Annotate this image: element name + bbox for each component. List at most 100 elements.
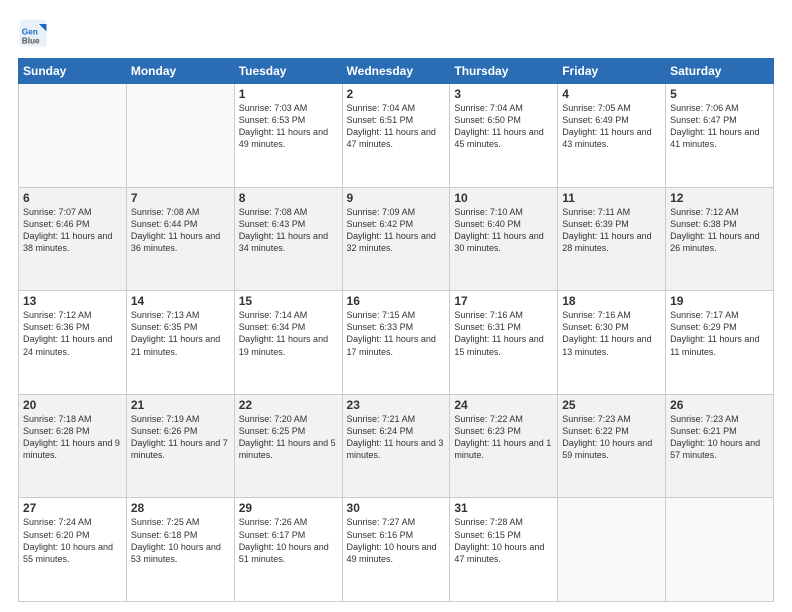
day-info: Sunrise: 7:27 AM Sunset: 6:16 PM Dayligh… [347, 516, 446, 565]
weekday-header-saturday: Saturday [666, 59, 774, 84]
day-number: 8 [239, 191, 338, 205]
calendar-row: 20Sunrise: 7:18 AM Sunset: 6:28 PM Dayli… [19, 394, 774, 498]
day-info: Sunrise: 7:12 AM Sunset: 6:36 PM Dayligh… [23, 309, 122, 358]
calendar-cell: 28Sunrise: 7:25 AM Sunset: 6:18 PM Dayli… [126, 498, 234, 602]
calendar-cell [126, 84, 234, 188]
weekday-header-tuesday: Tuesday [234, 59, 342, 84]
calendar-row: 13Sunrise: 7:12 AM Sunset: 6:36 PM Dayli… [19, 291, 774, 395]
calendar-row: 27Sunrise: 7:24 AM Sunset: 6:20 PM Dayli… [19, 498, 774, 602]
day-info: Sunrise: 7:05 AM Sunset: 6:49 PM Dayligh… [562, 102, 661, 151]
calendar-cell: 15Sunrise: 7:14 AM Sunset: 6:34 PM Dayli… [234, 291, 342, 395]
logo-icon: Gen Blue [18, 18, 48, 48]
day-number: 2 [347, 87, 446, 101]
day-info: Sunrise: 7:16 AM Sunset: 6:30 PM Dayligh… [562, 309, 661, 358]
calendar-cell: 5Sunrise: 7:06 AM Sunset: 6:47 PM Daylig… [666, 84, 774, 188]
day-number: 26 [670, 398, 769, 412]
calendar-cell: 27Sunrise: 7:24 AM Sunset: 6:20 PM Dayli… [19, 498, 127, 602]
calendar-row: 1Sunrise: 7:03 AM Sunset: 6:53 PM Daylig… [19, 84, 774, 188]
day-number: 7 [131, 191, 230, 205]
day-number: 19 [670, 294, 769, 308]
calendar-cell: 26Sunrise: 7:23 AM Sunset: 6:21 PM Dayli… [666, 394, 774, 498]
calendar-cell [558, 498, 666, 602]
calendar-cell: 7Sunrise: 7:08 AM Sunset: 6:44 PM Daylig… [126, 187, 234, 291]
day-number: 22 [239, 398, 338, 412]
day-info: Sunrise: 7:08 AM Sunset: 6:43 PM Dayligh… [239, 206, 338, 255]
day-info: Sunrise: 7:20 AM Sunset: 6:25 PM Dayligh… [239, 413, 338, 462]
day-info: Sunrise: 7:26 AM Sunset: 6:17 PM Dayligh… [239, 516, 338, 565]
calendar-cell: 2Sunrise: 7:04 AM Sunset: 6:51 PM Daylig… [342, 84, 450, 188]
svg-text:Blue: Blue [22, 37, 40, 46]
calendar-cell: 16Sunrise: 7:15 AM Sunset: 6:33 PM Dayli… [342, 291, 450, 395]
day-number: 28 [131, 501, 230, 515]
day-number: 12 [670, 191, 769, 205]
header: Gen Blue [18, 18, 774, 48]
calendar-cell: 17Sunrise: 7:16 AM Sunset: 6:31 PM Dayli… [450, 291, 558, 395]
calendar-cell: 20Sunrise: 7:18 AM Sunset: 6:28 PM Dayli… [19, 394, 127, 498]
day-number: 30 [347, 501, 446, 515]
calendar-cell: 3Sunrise: 7:04 AM Sunset: 6:50 PM Daylig… [450, 84, 558, 188]
day-info: Sunrise: 7:04 AM Sunset: 6:51 PM Dayligh… [347, 102, 446, 151]
day-number: 27 [23, 501, 122, 515]
day-number: 16 [347, 294, 446, 308]
day-info: Sunrise: 7:04 AM Sunset: 6:50 PM Dayligh… [454, 102, 553, 151]
day-info: Sunrise: 7:14 AM Sunset: 6:34 PM Dayligh… [239, 309, 338, 358]
day-info: Sunrise: 7:17 AM Sunset: 6:29 PM Dayligh… [670, 309, 769, 358]
day-info: Sunrise: 7:10 AM Sunset: 6:40 PM Dayligh… [454, 206, 553, 255]
day-number: 25 [562, 398, 661, 412]
day-number: 1 [239, 87, 338, 101]
day-number: 4 [562, 87, 661, 101]
day-info: Sunrise: 7:23 AM Sunset: 6:22 PM Dayligh… [562, 413, 661, 462]
calendar-cell: 8Sunrise: 7:08 AM Sunset: 6:43 PM Daylig… [234, 187, 342, 291]
weekday-header-wednesday: Wednesday [342, 59, 450, 84]
day-number: 24 [454, 398, 553, 412]
day-info: Sunrise: 7:12 AM Sunset: 6:38 PM Dayligh… [670, 206, 769, 255]
day-number: 6 [23, 191, 122, 205]
weekday-header-thursday: Thursday [450, 59, 558, 84]
logo: Gen Blue [18, 18, 52, 48]
calendar-cell [666, 498, 774, 602]
day-info: Sunrise: 7:07 AM Sunset: 6:46 PM Dayligh… [23, 206, 122, 255]
calendar-table: SundayMondayTuesdayWednesdayThursdayFrid… [18, 58, 774, 602]
calendar-cell: 14Sunrise: 7:13 AM Sunset: 6:35 PM Dayli… [126, 291, 234, 395]
day-number: 3 [454, 87, 553, 101]
weekday-header-friday: Friday [558, 59, 666, 84]
day-info: Sunrise: 7:24 AM Sunset: 6:20 PM Dayligh… [23, 516, 122, 565]
day-info: Sunrise: 7:22 AM Sunset: 6:23 PM Dayligh… [454, 413, 553, 462]
calendar-cell: 9Sunrise: 7:09 AM Sunset: 6:42 PM Daylig… [342, 187, 450, 291]
weekday-header-monday: Monday [126, 59, 234, 84]
calendar-cell: 29Sunrise: 7:26 AM Sunset: 6:17 PM Dayli… [234, 498, 342, 602]
day-number: 31 [454, 501, 553, 515]
day-number: 5 [670, 87, 769, 101]
calendar-cell: 23Sunrise: 7:21 AM Sunset: 6:24 PM Dayli… [342, 394, 450, 498]
calendar-cell: 10Sunrise: 7:10 AM Sunset: 6:40 PM Dayli… [450, 187, 558, 291]
day-number: 9 [347, 191, 446, 205]
calendar-cell: 22Sunrise: 7:20 AM Sunset: 6:25 PM Dayli… [234, 394, 342, 498]
day-number: 17 [454, 294, 553, 308]
calendar-row: 6Sunrise: 7:07 AM Sunset: 6:46 PM Daylig… [19, 187, 774, 291]
calendar-cell: 24Sunrise: 7:22 AM Sunset: 6:23 PM Dayli… [450, 394, 558, 498]
day-info: Sunrise: 7:25 AM Sunset: 6:18 PM Dayligh… [131, 516, 230, 565]
weekday-header-sunday: Sunday [19, 59, 127, 84]
calendar-cell: 31Sunrise: 7:28 AM Sunset: 6:15 PM Dayli… [450, 498, 558, 602]
calendar-cell: 25Sunrise: 7:23 AM Sunset: 6:22 PM Dayli… [558, 394, 666, 498]
calendar-cell: 19Sunrise: 7:17 AM Sunset: 6:29 PM Dayli… [666, 291, 774, 395]
day-info: Sunrise: 7:03 AM Sunset: 6:53 PM Dayligh… [239, 102, 338, 151]
day-number: 14 [131, 294, 230, 308]
calendar-cell: 12Sunrise: 7:12 AM Sunset: 6:38 PM Dayli… [666, 187, 774, 291]
day-number: 29 [239, 501, 338, 515]
day-info: Sunrise: 7:23 AM Sunset: 6:21 PM Dayligh… [670, 413, 769, 462]
day-number: 21 [131, 398, 230, 412]
calendar-cell: 1Sunrise: 7:03 AM Sunset: 6:53 PM Daylig… [234, 84, 342, 188]
calendar-cell: 6Sunrise: 7:07 AM Sunset: 6:46 PM Daylig… [19, 187, 127, 291]
day-number: 11 [562, 191, 661, 205]
day-number: 23 [347, 398, 446, 412]
day-info: Sunrise: 7:21 AM Sunset: 6:24 PM Dayligh… [347, 413, 446, 462]
calendar-cell: 4Sunrise: 7:05 AM Sunset: 6:49 PM Daylig… [558, 84, 666, 188]
day-number: 10 [454, 191, 553, 205]
weekday-header-row: SundayMondayTuesdayWednesdayThursdayFrid… [19, 59, 774, 84]
calendar-cell: 11Sunrise: 7:11 AM Sunset: 6:39 PM Dayli… [558, 187, 666, 291]
calendar-cell: 13Sunrise: 7:12 AM Sunset: 6:36 PM Dayli… [19, 291, 127, 395]
day-info: Sunrise: 7:18 AM Sunset: 6:28 PM Dayligh… [23, 413, 122, 462]
day-number: 13 [23, 294, 122, 308]
day-info: Sunrise: 7:11 AM Sunset: 6:39 PM Dayligh… [562, 206, 661, 255]
